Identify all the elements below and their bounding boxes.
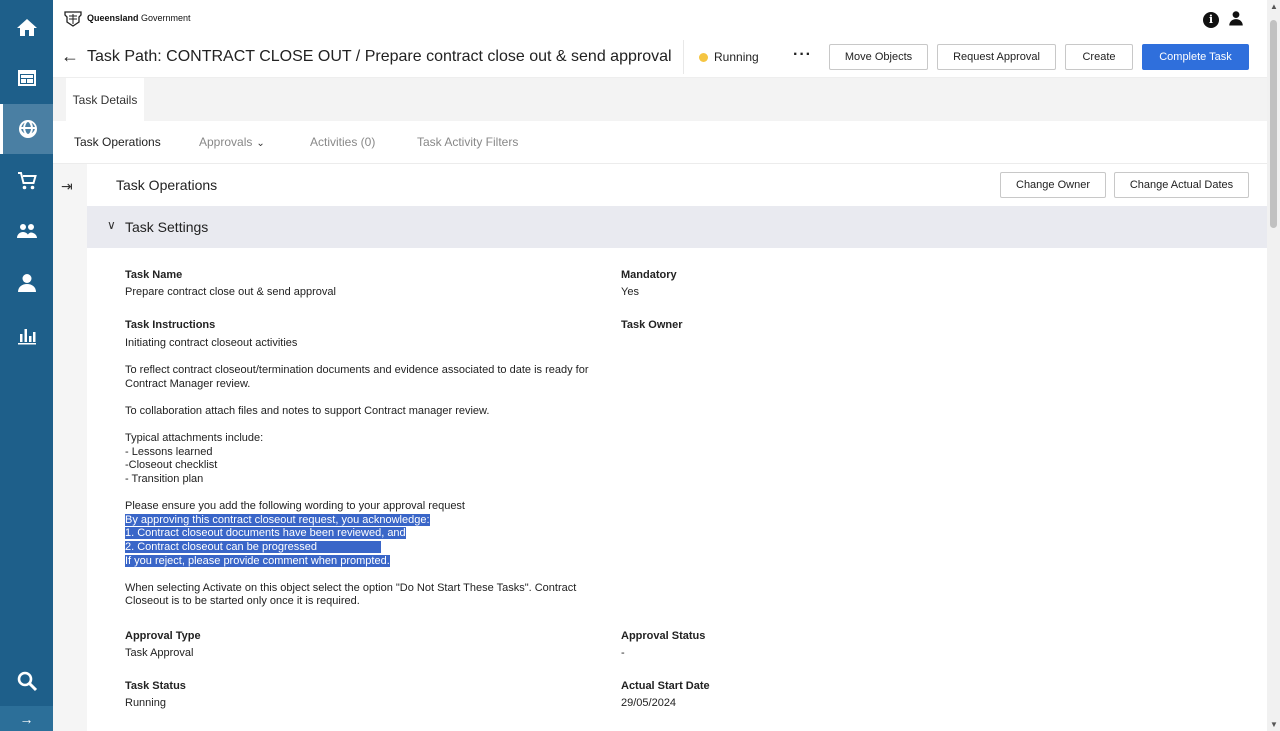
move-objects-button[interactable]: Move Objects	[829, 44, 928, 70]
tab-approvals-label: Approvals	[199, 135, 253, 149]
instructions-attachments: Typical attachments include: - Lessons l…	[125, 432, 595, 486]
change-owner-button[interactable]: Change Owner	[1000, 172, 1106, 198]
request-approval-button[interactable]: Request Approval	[937, 44, 1056, 70]
change-actual-dates-button[interactable]: Change Actual Dates	[1114, 172, 1249, 198]
user-icon	[1229, 11, 1243, 26]
chevron-down-icon: ∨	[107, 218, 116, 232]
tab-approvals[interactable]: Approvals ⌄	[199, 135, 265, 149]
task-operations-header: Task Operations Change Owner Change Actu…	[87, 164, 1267, 206]
nav-home[interactable]	[0, 3, 53, 53]
search-icon	[17, 671, 37, 692]
sub-tabs: Task Operations Approvals ⌄ Activities (0…	[53, 121, 1267, 164]
actual-start-date-label: Actual Start Date	[621, 680, 710, 692]
task-name-value: Prepare contract close out & send approv…	[125, 286, 336, 298]
selected-text: If you reject, please provide comment wh…	[125, 554, 390, 567]
task-settings-toggle[interactable]: ∨ Task Settings	[87, 206, 1267, 248]
instructions-line: - Lessons learned	[125, 445, 213, 458]
approval-status-label: Approval Status	[621, 630, 706, 642]
bar-chart-icon	[17, 329, 36, 345]
people-icon	[16, 224, 37, 238]
nav-search[interactable]	[0, 656, 53, 706]
scroll-up-icon[interactable]: ▲	[1270, 2, 1278, 11]
brand-logo[interactable]: Queensland Government	[63, 8, 191, 28]
status-dot-icon	[699, 52, 708, 62]
actual-start-date-value: 29/05/2024	[621, 697, 677, 709]
tab-task-details[interactable]: Task Details	[66, 78, 144, 121]
details-tab-band: Task Details	[53, 78, 1267, 121]
selected-text: 2. Contract closeout can be progressed	[125, 540, 318, 553]
page-title: Task Path: CONTRACT CLOSE OUT / Prepare …	[87, 48, 672, 65]
tab-task-activity-filters[interactable]: Task Activity Filters	[417, 135, 518, 149]
instructions-line: - Transition plan	[125, 472, 204, 485]
left-nav-rail: →	[0, 0, 53, 731]
side-panel-strip: ⇥	[53, 164, 87, 731]
approval-status-value: -	[621, 647, 625, 659]
instructions-paragraph: When selecting Activate on this object s…	[125, 581, 577, 608]
complete-task-button[interactable]: Complete Task	[1142, 44, 1249, 70]
account-button[interactable]	[1227, 9, 1245, 30]
selected-text: 1. Contract closeout documents have been…	[125, 527, 406, 540]
user-icon	[17, 274, 36, 292]
info-icon[interactable]: i	[1203, 11, 1219, 28]
instructions-line: Please ensure you add the following word…	[125, 500, 465, 513]
chevron-down-icon: ⌄	[256, 138, 265, 149]
nav-reports[interactable]	[0, 310, 53, 360]
nav-user[interactable]	[0, 258, 53, 308]
tab-activities[interactable]: Activities (0)	[310, 135, 375, 149]
globe-network-icon	[18, 120, 37, 138]
more-options-icon[interactable]: ···	[793, 46, 812, 64]
instructions-line: Typical attachments include:	[125, 432, 264, 445]
nav-cart[interactable]	[0, 156, 53, 206]
task-instructions-text: Initiating contract closeout activities …	[125, 337, 595, 622]
divider	[683, 40, 684, 74]
selected-text-pad	[317, 540, 382, 553]
scroll-down-icon[interactable]: ▼	[1270, 720, 1278, 729]
crest-icon	[64, 11, 82, 27]
arrow-right-icon: →	[19, 710, 34, 727]
expand-panel-icon[interactable]: ⇥	[61, 178, 73, 195]
selected-text: By approving this contract closeout requ…	[125, 513, 430, 526]
instructions-paragraph: Initiating contract closeout activities	[125, 337, 298, 349]
dashboard-icon	[17, 70, 36, 86]
nav-dashboard[interactable]	[0, 53, 53, 103]
cart-icon	[17, 172, 37, 190]
task-owner-label: Task Owner	[621, 319, 683, 331]
instructions-approval-wording: Please ensure you add the following word…	[125, 500, 595, 568]
scroll-thumb[interactable]	[1270, 20, 1277, 228]
status-label: Running	[714, 50, 759, 64]
home-icon	[16, 19, 37, 36]
instructions-paragraph: To collaboration attach files and notes …	[125, 404, 490, 417]
nav-people[interactable]	[0, 206, 53, 256]
approval-type-value: Task Approval	[125, 647, 194, 659]
section-title: Task Operations	[116, 177, 218, 193]
instructions-paragraph: To reflect contract closeout/termination…	[125, 364, 589, 390]
tab-task-operations[interactable]: Task Operations	[74, 135, 161, 149]
nav-network[interactable]	[0, 104, 53, 154]
back-arrow-icon[interactable]: ←	[61, 46, 79, 67]
task-status-value: Running	[125, 697, 166, 709]
status-badge: Running	[699, 50, 759, 64]
vertical-scrollbar[interactable]: ▲ ▼	[1267, 0, 1280, 731]
mandatory-value: Yes	[621, 286, 639, 298]
mandatory-label: Mandatory	[621, 269, 677, 281]
approval-type-label: Approval Type	[125, 630, 201, 642]
brand-name: Queensland Government	[87, 13, 191, 23]
task-header: ← Task Path: CONTRACT CLOSE OUT / Prepar…	[53, 36, 1267, 78]
create-button[interactable]: Create	[1065, 44, 1133, 70]
task-instructions-label: Task Instructions	[125, 319, 216, 331]
rail-expand-button[interactable]: →	[0, 706, 53, 731]
task-status-label: Task Status	[125, 680, 186, 692]
instructions-line: -Closeout checklist	[125, 459, 218, 472]
task-settings-title: Task Settings	[125, 219, 209, 235]
task-name-label: Task Name	[125, 269, 183, 281]
top-bar: Queensland Government i	[53, 0, 1267, 36]
